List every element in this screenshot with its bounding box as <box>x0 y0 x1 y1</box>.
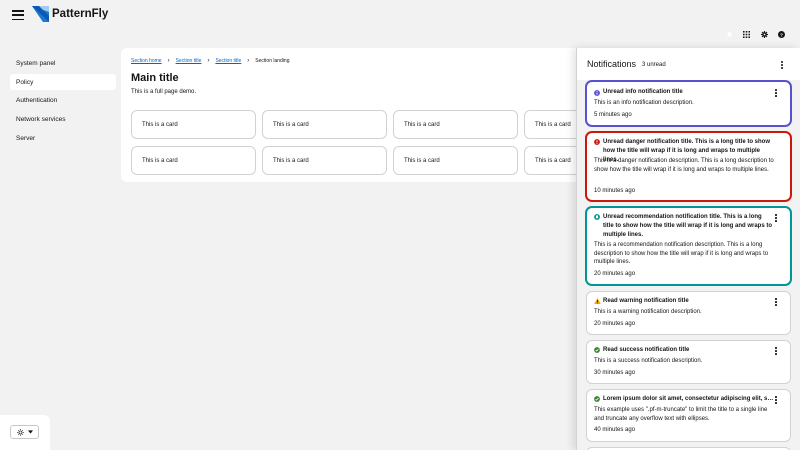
notification-kebab-icon[interactable] <box>774 214 778 222</box>
notification-description: This is a danger notification descriptio… <box>594 158 774 173</box>
sidebar-item-label: Policy <box>16 78 34 86</box>
breadcrumb-current: Section landing <box>255 58 290 64</box>
sidebar-item-policy[interactable]: Policy <box>10 74 116 90</box>
card[interactable]: This is a card <box>131 110 256 139</box>
card-text: This is a card <box>142 121 178 128</box>
card[interactable]: This is a card <box>393 110 518 139</box>
notification-title: Unread info notification title <box>603 89 683 95</box>
card-text: This is a card <box>404 157 440 164</box>
notification-description: This is a success notification descripti… <box>594 358 703 364</box>
notification-timestamp: 20 minutes ago <box>594 321 636 327</box>
angle-right-icon: › <box>167 58 170 64</box>
card-text: This is a card <box>404 121 440 128</box>
bell-icon <box>726 31 732 36</box>
card-text: This is a card <box>273 121 309 128</box>
unread-count: 3 unread <box>642 61 666 68</box>
exclamation-circle-icon <box>594 139 600 145</box>
notification-item-info[interactable]: Unread info notification title This is a… <box>586 81 791 126</box>
patternfly-logo-icon <box>32 6 49 22</box>
card-text: This is a card <box>535 121 571 128</box>
warning-triangle-icon <box>594 298 601 304</box>
notification-description: This is a warning notification descripti… <box>594 309 702 315</box>
notification-description: This is a recommendation notification de… <box>594 242 769 266</box>
info-circle-icon <box>594 90 600 96</box>
sun-icon <box>16 428 24 436</box>
breadcrumb-link[interactable]: Section home <box>131 58 162 64</box>
notification-timestamp: 10 minutes ago <box>594 188 636 194</box>
breadcrumb: Section home › Section title › Section t… <box>131 58 290 64</box>
check-circle-icon <box>594 347 600 353</box>
check-circle-icon <box>594 396 600 402</box>
notification-title: Unread recommendation notification title… <box>603 214 773 238</box>
page-description: This is a full page demo. <box>131 89 197 95</box>
gear-icon <box>760 30 768 38</box>
sidebar-item-network-services[interactable]: Network services <box>10 111 116 127</box>
help-button[interactable]: ? <box>773 28 790 40</box>
bell-icon <box>594 214 600 220</box>
notification-kebab-icon[interactable] <box>774 89 778 97</box>
hamburger-icon <box>12 10 24 20</box>
card[interactable]: This is a card <box>393 146 518 175</box>
main-content: Section home › Section title › Section t… <box>121 48 649 182</box>
notification-description: This is an info notification description… <box>594 100 694 106</box>
notification-kebab-icon[interactable] <box>774 347 778 355</box>
notification-kebab-icon[interactable] <box>774 396 778 404</box>
header-tools: ? <box>720 28 790 40</box>
app-launcher-button[interactable] <box>738 28 755 40</box>
drawer-title: Notifications <box>587 59 637 69</box>
notification-title: Lorem ipsum dolor sit amet, consectetur … <box>603 396 774 402</box>
sidebar-item-label: Server <box>16 134 36 142</box>
brand-name: PatternFly <box>52 8 109 20</box>
sidebar-nav: System panel Policy Authentication Netwo… <box>0 48 120 450</box>
card[interactable]: This is a card <box>262 110 387 139</box>
notification-item-success-truncated[interactable]: Lorem ipsum dolor sit amet, consectetur … <box>586 389 791 442</box>
sidebar-item-label: Network services <box>16 115 66 123</box>
sidebar-item-authentication[interactable]: Authentication <box>10 92 116 108</box>
notification-timestamp: 40 minutes ago <box>594 427 636 433</box>
notification-description: This example uses ".pf-m-truncate" to li… <box>594 407 768 422</box>
breadcrumb-link[interactable]: Section title <box>215 58 241 64</box>
angle-right-icon: › <box>207 58 210 64</box>
card-text: This is a card <box>142 157 178 164</box>
drawer-header: Notifications 3 unread <box>577 48 800 80</box>
notification-timestamp: 5 minutes ago <box>594 112 632 118</box>
card-text: This is a card <box>535 157 571 164</box>
angle-right-icon: › <box>247 58 250 64</box>
notification-title: Read success notification title <box>603 347 690 353</box>
sidebar-item-system-panel[interactable]: System panel <box>10 55 116 71</box>
notification-item-success[interactable]: Read success notification title This is … <box>586 340 791 384</box>
theme-toggle-button[interactable] <box>10 425 39 439</box>
notification-drawer: Notifications 3 unread Unread info notif… <box>576 48 800 450</box>
notification-item-danger[interactable]: Unread danger notification title. This i… <box>586 132 791 201</box>
sidebar-item-label: Authentication <box>16 96 58 104</box>
settings-button[interactable] <box>756 28 773 40</box>
breadcrumb-link[interactable]: Section title <box>176 58 202 64</box>
notification-timestamp: 20 minutes ago <box>594 271 636 277</box>
drawer-actions-kebab-icon[interactable] <box>777 60 787 70</box>
notification-bell-button[interactable] <box>721 28 738 40</box>
grid-icon <box>743 30 750 38</box>
theme-panel <box>0 415 50 450</box>
page-title: Main title <box>131 72 179 84</box>
masthead: PatternFly ? <box>0 0 800 48</box>
notification-kebab-icon[interactable] <box>774 298 778 306</box>
svg-text:?: ? <box>780 32 783 38</box>
notification-item-recommendation[interactable]: Unread recommendation notification title… <box>586 207 791 285</box>
sidebar-item-label: System panel <box>16 59 56 67</box>
brand-logo[interactable]: PatternFly <box>32 6 108 22</box>
help-icon: ? <box>778 30 785 38</box>
sidebar-item-server[interactable]: Server <box>10 130 116 146</box>
notification-title: Read warning notification title <box>603 298 689 304</box>
card[interactable]: This is a card <box>131 146 256 175</box>
notification-timestamp: 30 minutes ago <box>594 370 636 376</box>
notification-item-warning[interactable]: Read warning notification title This is … <box>586 291 791 335</box>
caret-down-icon <box>27 430 33 434</box>
card[interactable]: This is a card <box>262 146 387 175</box>
card-text: This is a card <box>273 157 309 164</box>
